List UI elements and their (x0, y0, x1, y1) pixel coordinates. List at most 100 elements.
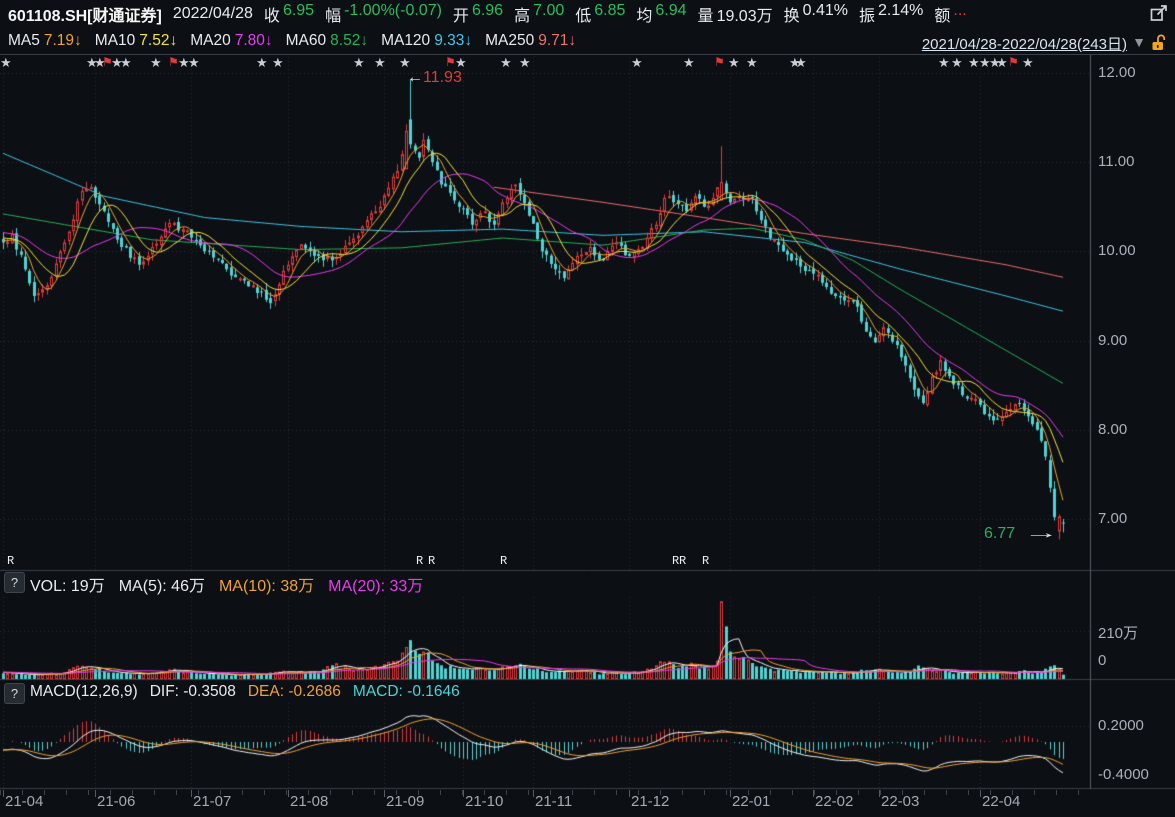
dividend-r-marker[interactable]: R (428, 554, 435, 568)
indicator-value: DEA: -0.2686 (248, 683, 341, 701)
event-flag-marker[interactable]: ⚑ (102, 55, 113, 69)
event-star-marker[interactable]: ★ (120, 55, 132, 71)
axis-tick-label: 0 (1098, 652, 1106, 669)
event-star-marker[interactable]: ★ (728, 55, 740, 71)
unlock-icon[interactable] (1151, 33, 1167, 57)
indicator-value: VOL: 19万 (30, 572, 105, 596)
macd-help-button[interactable]: ? (4, 683, 25, 704)
dividend-r-marker[interactable]: R (7, 554, 14, 568)
dividend-r-marker[interactable]: R (679, 554, 686, 568)
month-label: 21-12 (631, 793, 669, 810)
axis-tick-label: 10.00 (1098, 242, 1136, 259)
axis-tick-label: -0.4000 (1098, 766, 1149, 783)
ma-indicator-MA20: MA207.80↓ (190, 32, 272, 50)
event-star-marker[interactable]: ★ (0, 55, 12, 71)
event-star-marker[interactable]: ★ (746, 55, 758, 71)
low-price-annotation: 6.77→ (984, 525, 1049, 543)
quote-header: 601108.SH[财通证券] 2022/04/28 收6.95幅-1.00%(… (0, 0, 1175, 28)
ma-value: 8.52↓ (330, 32, 368, 50)
month-tick (3, 790, 4, 797)
quote-fields: 收6.95幅-1.00%(-0.07)开6.96高7.00低6.85均6.94量… (264, 2, 967, 26)
field-label: 均 (636, 2, 652, 26)
indicator-value: MACD(12,26,9) (30, 683, 138, 701)
event-flag-marker[interactable]: ⚑ (445, 55, 456, 69)
indicator-value: MA(10): 38万 (219, 572, 314, 596)
event-star-marker[interactable]: ★ (272, 55, 284, 71)
quote-field-换: 换0.41% (784, 2, 848, 26)
field-value: -1.00%(-0.07) (344, 2, 442, 26)
event-star-marker[interactable]: ★ (256, 55, 268, 71)
field-label: 低 (575, 2, 591, 26)
event-star-marker[interactable]: ★ (150, 55, 162, 71)
month-tick (463, 790, 464, 797)
month-tick (288, 790, 289, 797)
month-label: 22-01 (732, 793, 770, 810)
field-value: 6.94 (655, 2, 686, 26)
vol-help-button[interactable]: ? (4, 572, 25, 593)
price-volume-macd-canvas[interactable] (0, 55, 1175, 790)
event-star-marker[interactable]: ★ (938, 55, 950, 71)
event-star-marker[interactable]: ★ (631, 55, 643, 71)
event-star-marker[interactable]: ★ (374, 55, 386, 71)
field-value: 2.14% (878, 2, 923, 26)
low-price-label: 6.77 (984, 525, 1015, 542)
quote-field-额: 额... (934, 2, 966, 26)
ma-label: MA250 (485, 32, 534, 50)
month-label: 22-02 (815, 793, 853, 810)
macd-indicator-header: MACD(12,26,9)DIF: -0.3508DEA: -0.2686MAC… (30, 683, 460, 701)
month-label: 22-04 (982, 793, 1020, 810)
axis-tick-label: 12.00 (1098, 64, 1136, 81)
field-value: 0.41% (803, 2, 848, 26)
chevron-down-icon[interactable]: ▼ (1132, 34, 1146, 50)
indicator-value: MA(20): 33万 (328, 572, 423, 596)
event-flag-marker[interactable]: ⚑ (1008, 55, 1019, 69)
month-label: 21-09 (386, 793, 424, 810)
indicator-value: DIF: -0.3508 (150, 683, 236, 701)
month-tick (980, 790, 981, 797)
axis-tick-label: 8.00 (1098, 421, 1127, 438)
event-star-marker[interactable]: ★ (683, 55, 695, 71)
month-tick (191, 790, 192, 797)
event-star-marker[interactable]: ★ (951, 55, 963, 71)
axis-tick-label: 9.00 (1098, 332, 1127, 349)
field-label: 高 (514, 2, 530, 26)
dividend-r-marker[interactable]: R (500, 554, 507, 568)
event-star-marker[interactable]: ★ (795, 55, 807, 71)
popout-icon[interactable] (1149, 3, 1170, 28)
date-range-link[interactable]: 2021/04/28-2022/04/28(243日) (922, 33, 1127, 54)
dividend-r-marker[interactable]: R (416, 554, 423, 568)
high-price-annotation: ←11.93 (407, 69, 462, 87)
quote-date: 2022/04/28 (173, 5, 253, 23)
high-price-label: 11.93 (423, 69, 462, 86)
event-star-marker[interactable]: ★ (188, 55, 200, 71)
field-label: 换 (784, 2, 800, 26)
ma-indicator-MA250: MA2509.71↓ (485, 32, 576, 50)
volume-indicator-header: VOL: 19万MA(5): 46万MA(10): 38万MA(20): 33万 (30, 572, 423, 596)
event-star-marker[interactable]: ★ (996, 55, 1008, 71)
field-label: 额 (934, 2, 950, 26)
field-value: ... (953, 2, 966, 26)
field-label: 量 (698, 2, 714, 26)
quote-field-低: 低6.85 (575, 2, 625, 26)
month-tick (533, 790, 534, 797)
month-label: 21-11 (535, 793, 572, 810)
field-value: 7.00 (533, 2, 564, 26)
stock-symbol[interactable]: 601108.SH[财通证券] (8, 2, 162, 26)
ma-values: MA57.19↓MA107.52↓MA207.80↓MA608.52↓MA120… (8, 32, 576, 50)
month-tick (879, 790, 880, 797)
event-star-marker[interactable]: ★ (968, 55, 980, 71)
left-arrow-icon: ← (407, 69, 423, 87)
event-star-marker[interactable]: ★ (500, 55, 512, 71)
event-star-marker[interactable]: ★ (1022, 55, 1034, 71)
event-star-marker[interactable]: ★ (353, 55, 365, 71)
field-label: 幅 (325, 2, 341, 26)
axis-tick-label: 7.00 (1098, 510, 1127, 527)
dividend-r-marker[interactable]: R (702, 554, 709, 568)
month-label: 21-04 (5, 793, 43, 810)
field-value: 6.85 (594, 2, 625, 26)
event-flag-marker[interactable]: ⚑ (168, 55, 179, 69)
quote-field-开: 开6.96 (453, 2, 503, 26)
ma-label: MA120 (381, 32, 430, 50)
event-flag-marker[interactable]: ⚑ (714, 55, 725, 69)
event-star-marker[interactable]: ★ (519, 55, 531, 71)
